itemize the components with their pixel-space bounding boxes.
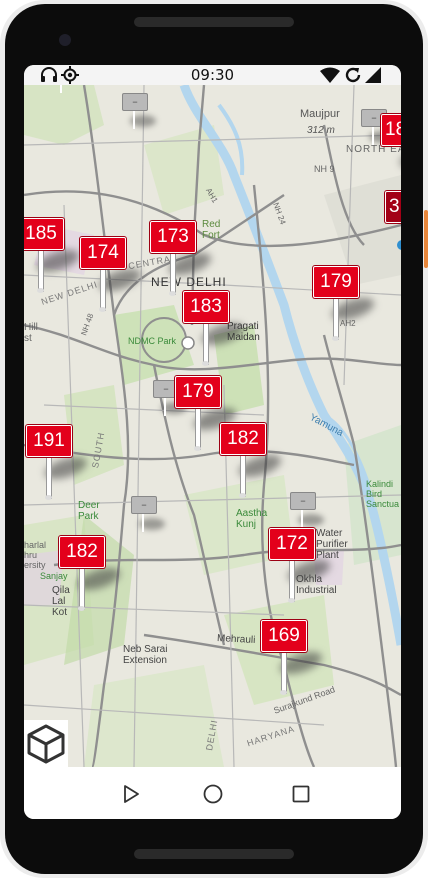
aqi-value: 18: [381, 114, 401, 146]
aqi-marker[interactable]: 191: [26, 425, 90, 503]
aqi-value: 182: [59, 536, 105, 568]
aqi-marker[interactable]: 3: [385, 191, 401, 269]
map-label-aastha-kunj: Aastha Kunj: [236, 508, 268, 530]
aqi-value: 173: [150, 221, 196, 253]
aqi-marker[interactable]: 174: [80, 237, 144, 315]
inactive-station-marker[interactable]: –: [122, 93, 156, 133]
aqi-value: 174: [80, 237, 126, 269]
aqi-marker[interactable]: 185: [24, 218, 82, 296]
map-label-mehrauli: Mehrauli: [216, 633, 256, 646]
screen: 09:30 Maujpur 312 m NORTH E NH 9 Red For…: [24, 65, 401, 819]
sync-icon: [345, 67, 361, 83]
aqi-marker[interactable]: 182: [220, 423, 284, 501]
inactive-station-marker[interactable]: –: [290, 492, 324, 532]
power-button[interactable]: [424, 210, 428, 268]
map-label-maujpur: Maujpur: [300, 108, 340, 120]
recents-square-icon[interactable]: [290, 783, 312, 805]
aqi-value: 191: [26, 425, 72, 457]
map-label-red-fort: Red Fort: [202, 219, 221, 241]
map-label-neb-sarai: Neb Sarai Extension: [123, 644, 168, 666]
aqi-value: 183: [183, 291, 229, 323]
aqi-marker[interactable]: 172: [269, 528, 333, 606]
aqi-marker[interactable]: 179: [175, 376, 239, 454]
aqi-marker[interactable]: 173: [150, 221, 214, 299]
aqi-value: 185: [24, 218, 64, 250]
aqi-marker[interactable]: 18: [381, 114, 401, 192]
aqi-value: 179: [175, 376, 221, 408]
aqi-marker[interactable]: 169: [261, 620, 325, 698]
top-speaker: [134, 17, 294, 27]
phone-frame: 09:30 Maujpur 312 m NORTH E NH 9 Red For…: [0, 0, 428, 878]
map-label-ndmc-park: NDMC Park: [128, 336, 177, 346]
aqi-value: 179: [313, 266, 359, 298]
map-label-elevation: 312 m: [307, 125, 335, 136]
cube-layers-icon: [27, 724, 65, 764]
layers-button[interactable]: [24, 720, 68, 767]
home-circle-icon[interactable]: [202, 783, 224, 805]
aqi-marker[interactable]: 182: [59, 536, 123, 614]
inactive-station-marker[interactable]: [49, 85, 77, 113]
back-triangle-icon[interactable]: [120, 783, 142, 805]
aqi-marker[interactable]: 183: [183, 291, 247, 369]
front-camera: [59, 34, 71, 46]
map-label-hill: Hill st: [24, 322, 38, 344]
navigation-bar: [24, 767, 401, 819]
status-bar: 09:30: [24, 65, 401, 85]
map-label-nehru-university: harlal hru ersity: [24, 540, 47, 570]
aqi-value: 172: [269, 528, 315, 560]
map-view[interactable]: Maujpur 312 m NORTH EAST NH 9 Red Fort N…: [24, 85, 401, 767]
aqi-marker[interactable]: 179: [313, 266, 377, 344]
aqi-value: 3: [385, 191, 401, 223]
aqi-value: 169: [261, 620, 307, 652]
map-label-nh9: NH 9: [314, 164, 335, 174]
bottom-speaker: [134, 849, 294, 859]
aqi-value: 182: [220, 423, 266, 455]
wifi-icon: [320, 67, 340, 83]
signal-icon: [365, 67, 381, 83]
map-label-kalindi: Kalindi Bird Sanctua: [366, 479, 400, 509]
inactive-station-marker[interactable]: –: [131, 496, 165, 536]
map-label-water-plant: Water Purifier Plant: [316, 528, 348, 561]
map-label-deer-park: Deer Park: [78, 500, 100, 522]
